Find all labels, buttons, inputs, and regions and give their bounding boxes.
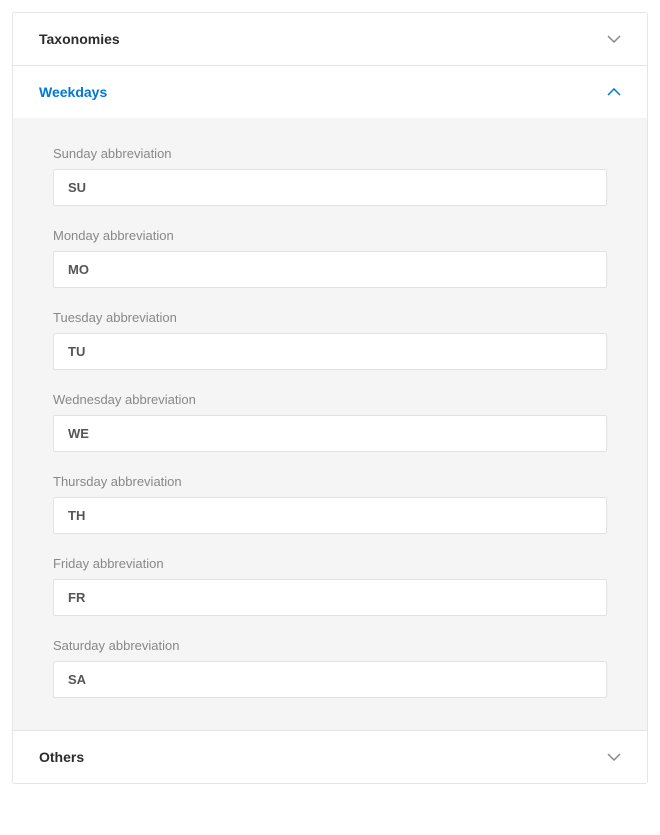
label-monday: Monday abbreviation [53,228,607,243]
field-group-sunday: Sunday abbreviation [53,146,607,206]
label-friday: Friday abbreviation [53,556,607,571]
input-saturday[interactable] [53,661,607,698]
label-sunday: Sunday abbreviation [53,146,607,161]
section-taxonomies-title: Taxonomies [39,31,120,47]
section-weekdays-body: Sunday abbreviation Monday abbreviation … [13,118,647,730]
field-group-friday: Friday abbreviation [53,556,607,616]
chevron-down-icon [607,750,621,764]
section-weekdays-header[interactable]: Weekdays [13,66,647,118]
input-thursday[interactable] [53,497,607,534]
input-sunday[interactable] [53,169,607,206]
input-monday[interactable] [53,251,607,288]
section-weekdays: Weekdays Sunday abbreviation Monday abbr… [13,66,647,731]
accordion-container: Taxonomies Weekdays Sunday abbreviation … [12,12,648,784]
label-tuesday: Tuesday abbreviation [53,310,607,325]
section-weekdays-title: Weekdays [39,84,107,100]
input-friday[interactable] [53,579,607,616]
label-wednesday: Wednesday abbreviation [53,392,607,407]
chevron-down-icon [607,32,621,46]
field-group-monday: Monday abbreviation [53,228,607,288]
field-group-saturday: Saturday abbreviation [53,638,607,698]
input-wednesday[interactable] [53,415,607,452]
section-taxonomies: Taxonomies [13,13,647,66]
input-tuesday[interactable] [53,333,607,370]
section-others-header[interactable]: Others [13,731,647,783]
chevron-up-icon [607,85,621,99]
field-group-wednesday: Wednesday abbreviation [53,392,607,452]
label-saturday: Saturday abbreviation [53,638,607,653]
section-others: Others [13,731,647,783]
field-group-tuesday: Tuesday abbreviation [53,310,607,370]
field-group-thursday: Thursday abbreviation [53,474,607,534]
section-others-title: Others [39,749,84,765]
label-thursday: Thursday abbreviation [53,474,607,489]
section-taxonomies-header[interactable]: Taxonomies [13,13,647,65]
